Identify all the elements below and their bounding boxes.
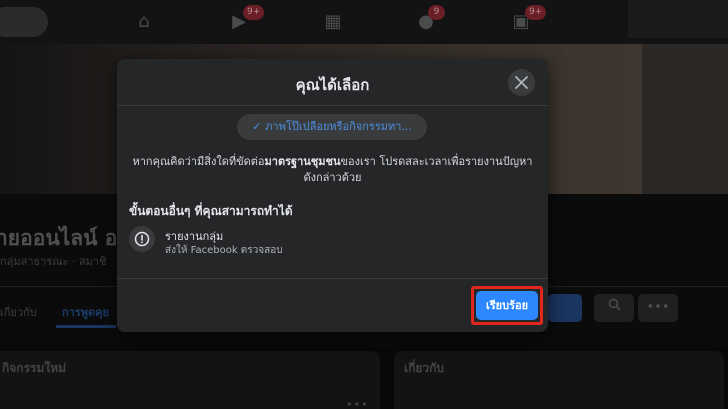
- report-dialog: คุณได้เลือก ✓ ภาพโป๊เปลือยหรือกิจกรรมทา..…: [117, 59, 548, 332]
- more-options-button[interactable]: •••: [638, 294, 678, 322]
- search-input[interactable]: [0, 7, 48, 37]
- top-navigation-bar: ⌂ ▶ 9+ ▦ ● 9 ▣ 9+: [0, 0, 728, 44]
- watch-badge: 9+: [243, 5, 265, 20]
- dialog-header: คุณได้เลือก: [117, 59, 548, 106]
- groups-badge: 9: [428, 5, 445, 20]
- about-card-title: เกี่ยวกับ: [404, 361, 445, 375]
- tab-discussion[interactable]: การพูดคุย: [62, 303, 109, 321]
- search-icon: [608, 298, 621, 311]
- done-button[interactable]: เรียบร้อย: [476, 291, 538, 320]
- search-group-button[interactable]: [594, 294, 634, 322]
- footer-divider: [117, 278, 548, 279]
- selected-reason-chip[interactable]: ✓ ภาพโป๊เปลือยหรือกิจกรรมทา...: [237, 114, 427, 140]
- alert-icon: [134, 231, 150, 247]
- selected-reason-label: ภาพโป๊เปลือยหรือกิจกรรมทา...: [265, 120, 412, 133]
- card-more-icon[interactable]: •••: [346, 398, 368, 409]
- community-standards-link[interactable]: มาตรฐานชุมชน: [265, 155, 341, 168]
- page: ⌂ ▶ 9+ ▦ ● 9 ▣ 9+ ายออนไลน์ อ กลุ่มสาธาร…: [0, 0, 728, 409]
- group-subtitle: กลุ่มสาธารณะ · สมาชิ: [0, 255, 107, 268]
- check-icon: ✓: [252, 120, 262, 133]
- tab-active-indicator: [56, 325, 116, 328]
- join-button[interactable]: [548, 294, 582, 322]
- dialog-title: คุณได้เลือก: [295, 76, 370, 94]
- report-option-icon-wrap[interactable]: [129, 226, 155, 252]
- gaming-badge: 9+: [525, 5, 547, 20]
- group-title: ายออนไลน์ อ: [0, 226, 118, 250]
- account-area: [628, 0, 728, 38]
- tab-about[interactable]: เกี่ยวกับ: [0, 303, 37, 321]
- close-icon: [515, 76, 528, 89]
- cover-edge: [642, 44, 728, 194]
- home-icon[interactable]: ⌂: [132, 10, 156, 34]
- dialog-description: หากคุณคิดว่ามีสิ่งใดที่ขัดต่อมาตรฐานชุมช…: [129, 154, 536, 186]
- marketplace-icon[interactable]: ▦: [321, 10, 345, 34]
- other-steps-heading: ขั้นตอนอื่นๆ ที่คุณสามารถทำได้: [129, 204, 293, 218]
- activity-card-title: กิจกรรมใหม่: [2, 361, 67, 375]
- report-group-subtext: ส่งให้ Facebook ตรวจสอบ: [165, 245, 283, 256]
- description-text-start: หากคุณคิดว่ามีสิ่งใดที่ขัดต่อ: [132, 155, 265, 168]
- close-button[interactable]: [508, 69, 535, 96]
